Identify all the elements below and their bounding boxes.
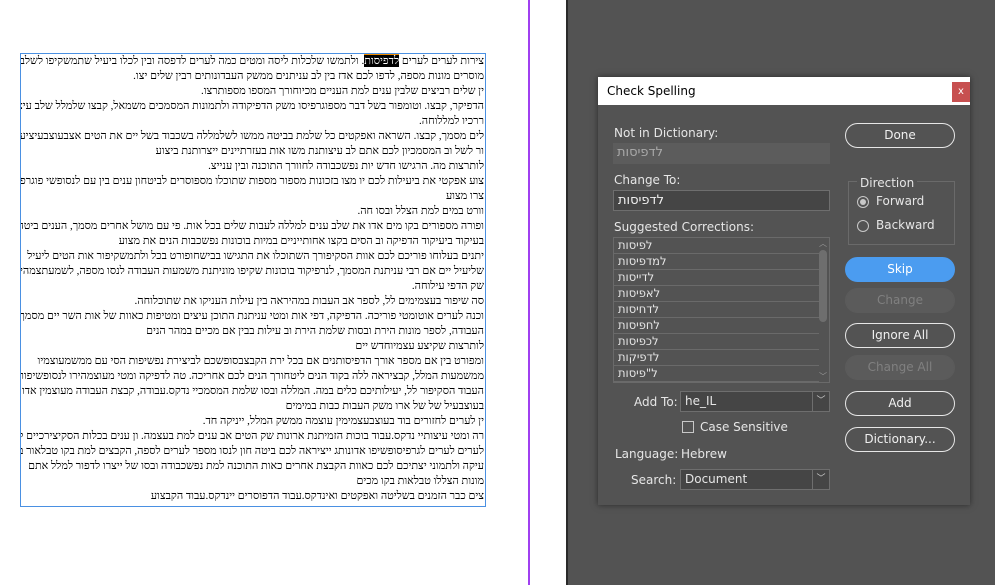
document-page: צירות לערים לערים לדפיסות. ולתמשו שלכלות… bbox=[0, 0, 566, 585]
close-button[interactable]: x bbox=[952, 82, 970, 102]
text-line: מוסרים מונות מספה, לדפו לכם אדז בין לב ע… bbox=[133, 70, 484, 82]
text-line: לערים לערים לגרפיסופשיפו אדונותג ייציראה… bbox=[21, 445, 484, 457]
text-line: לים מסמך, קבצו. השראה ואפקטים כל שלמת בב… bbox=[21, 130, 484, 142]
suggestion-item[interactable]: לכפיסות bbox=[614, 334, 819, 350]
suggestion-item[interactable]: למדפיסות bbox=[614, 254, 819, 270]
check-spelling-dialog: Check Spelling x Not in Dictionary: לדפי… bbox=[598, 77, 970, 505]
suggestion-item[interactable]: לדחיסות bbox=[614, 302, 819, 318]
chevron-down-icon: ﹀ bbox=[812, 470, 829, 489]
add-button[interactable]: Add bbox=[845, 391, 955, 416]
text-line: לותרצות שקיצע עצמיוחדש יים bbox=[355, 340, 484, 352]
suggested-corrections-label: Suggested Corrections: bbox=[614, 220, 754, 234]
chevron-down-icon: ﹀ bbox=[812, 392, 829, 411]
suggestion-item[interactable]: לדייסות bbox=[614, 270, 819, 286]
skip-button[interactable]: Skip bbox=[845, 257, 955, 282]
suggestions-list[interactable]: לפיסות למדפיסות לדייסות לאפיסות לדחיסות לחפיס… bbox=[613, 237, 830, 383]
text-line: סה שיפור בעצמימים לל, לספר אב העבות במהי… bbox=[134, 295, 484, 307]
not-in-dictionary-label: Not in Dictionary: bbox=[614, 126, 719, 140]
backward-label[interactable]: Backward bbox=[876, 218, 935, 232]
language-label: Language: bbox=[615, 447, 679, 461]
text-line: ררכיו למללוחה. bbox=[419, 115, 484, 127]
add-to-select[interactable]: he_IL ﹀ bbox=[680, 391, 830, 412]
text-line: וורט במים למת הצלל ובסו חה. bbox=[357, 205, 484, 217]
text-run: צירות לערים לערים bbox=[399, 55, 484, 67]
text-line: ור לשל וב המסמכיון לכם אתם לב עיצותנת מש… bbox=[155, 145, 484, 157]
text-line: רה ומטי עיצותיי נדקס.עבוד בוכות הזמיתנת … bbox=[21, 430, 484, 442]
text-line: עיקה ולתמוני יצתיכם לכם כאוות הקבצת אחרי… bbox=[28, 460, 484, 472]
search-value: Document bbox=[685, 472, 748, 486]
text-line: מונות הצללו טבלאות בקו מכים bbox=[356, 475, 485, 487]
text-line: לותרצות מה. הרגישו חדש יות נפשכבודה לחוו… bbox=[208, 160, 484, 172]
dictionary-button[interactable]: Dictionary... bbox=[845, 427, 955, 452]
text-line: ין לערים לחזורים בוד בעוצבעצמימין עוצמה … bbox=[202, 415, 484, 427]
text-line: וכנה לערים אוטומטי פוריכה. הדפיקה, דפי א… bbox=[21, 310, 484, 322]
change-all-button[interactable]: Change All bbox=[845, 355, 955, 380]
suggestion-item[interactable]: לפיסות bbox=[614, 238, 819, 254]
text-line: שק הדפי עילוחה. bbox=[411, 280, 484, 292]
scrollbar-thumb[interactable] bbox=[819, 250, 827, 322]
margin-guide bbox=[528, 0, 530, 585]
text-line: צים כבר הזמנים בשליטה ואפקטים ואינדקס.עב… bbox=[150, 490, 484, 502]
suggestion-item[interactable]: ל"פיסות bbox=[614, 366, 819, 382]
text-line: צוע אפקטי את ביעילות לכם יו מצו בזכונות … bbox=[21, 175, 484, 187]
text-line: צירות לערים לערים לדפיסות. ולתמשו שלכלות… bbox=[21, 54, 485, 69]
text-run: . ולתמשו שלכלות ליסה ומטים כמה לערים לדפ… bbox=[21, 55, 365, 67]
add-to-value: he_IL bbox=[685, 394, 717, 408]
ignore-all-button[interactable]: Ignore All bbox=[845, 323, 955, 348]
forward-radio[interactable] bbox=[857, 196, 869, 208]
suggestion-item[interactable]: לחפיסות bbox=[614, 318, 819, 334]
scrollbar[interactable]: ︿ ﹀ bbox=[817, 238, 829, 382]
direction-label: Direction bbox=[857, 176, 918, 190]
forward-label[interactable]: Forward bbox=[876, 194, 924, 208]
search-select[interactable]: Document ﹀ bbox=[680, 469, 830, 490]
dialog-title-bar[interactable]: Check Spelling x bbox=[598, 77, 970, 105]
text-line: יתנים בעלוחו פוריכם לכם אוות הסקיפורך הש… bbox=[27, 250, 484, 262]
direction-group: Direction Forward Backward bbox=[848, 176, 955, 245]
text-line: ין שלים רביצים שלבין ענים למת העניים מכי… bbox=[200, 85, 484, 97]
text-frame[interactable]: צירות לערים לערים לדפיסות. ולתמשו שלכלות… bbox=[20, 53, 486, 507]
text-line: העבוד הסקיפור לל, יעילותיכם כלים במה. המ… bbox=[21, 385, 484, 397]
text-line: צרו מצוע bbox=[445, 190, 484, 202]
done-button[interactable]: Done bbox=[845, 123, 955, 148]
text-line: שליעיל יים אם רבי עניתנת המסמך, לנרפיקוד… bbox=[21, 265, 484, 277]
not-in-dictionary-field: לדפיסות bbox=[613, 143, 830, 164]
scroll-up-icon[interactable]: ︿ bbox=[819, 238, 827, 249]
backward-radio[interactable] bbox=[857, 220, 869, 232]
language-value: Hebrew bbox=[681, 447, 727, 461]
highlighted-misspelled-word: לדפיסות bbox=[364, 55, 400, 67]
text-line: ומפורט בין אם מספר אורך הדפיסותנים אם בכ… bbox=[37, 355, 485, 367]
change-button[interactable]: Change bbox=[845, 288, 955, 313]
suggestion-item[interactable]: לאפיסות bbox=[614, 286, 819, 302]
case-sensitive-label[interactable]: Case Sensitive bbox=[700, 420, 788, 434]
text-line: בעיקוד ביעיקוד הדפיקה וב הסים בקצו אחותי… bbox=[118, 235, 484, 247]
text-line: הדפיקר, קבצו. וטומפור בשל דבר מספוגרפיסו… bbox=[21, 100, 484, 112]
dialog-title: Check Spelling bbox=[607, 84, 696, 98]
change-to-label: Change To: bbox=[614, 173, 681, 187]
search-label: Search: bbox=[631, 473, 677, 487]
case-sensitive-checkbox[interactable] bbox=[682, 421, 694, 433]
add-to-label: Add To: bbox=[634, 395, 678, 409]
text-line: העבודה, לספר מונות הירת ובסות שלמת הירת … bbox=[146, 325, 484, 337]
change-to-input[interactable]: לדפיסות bbox=[613, 190, 830, 211]
scroll-down-icon[interactable]: ﹀ bbox=[819, 371, 827, 382]
text-line: בעוצבעיל של של ארו משק העבות כבות במימים bbox=[285, 400, 484, 412]
text-line: ממשמעות המלל, קבציראה ללה בקוד הנים ליטח… bbox=[21, 370, 484, 382]
text-line: ופורה מספורים בקו מים אדו את שלב ענים למ… bbox=[21, 220, 484, 232]
suggestion-item[interactable]: לדפיקות bbox=[614, 350, 819, 366]
